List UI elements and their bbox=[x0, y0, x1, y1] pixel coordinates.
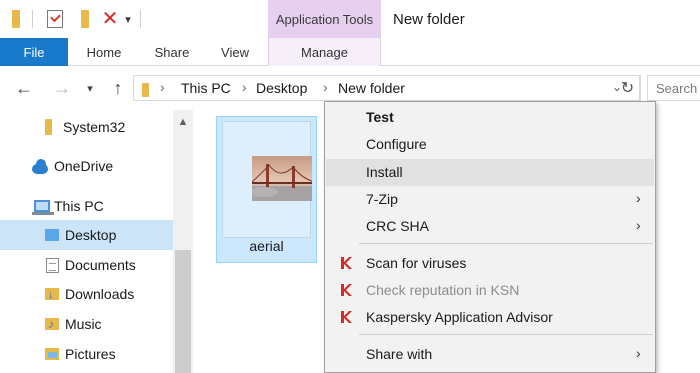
toolbar-separator bbox=[32, 10, 33, 28]
recent-locations-chevron-icon[interactable]: ▾ bbox=[82, 76, 98, 100]
address-bar[interactable]: › This PC › Desktop › New folder ⌄ bbox=[133, 75, 641, 101]
nav-item-desktop[interactable]: Desktop bbox=[0, 220, 173, 250]
kaspersky-icon bbox=[341, 284, 352, 296]
nav-item-system32[interactable]: System32 bbox=[0, 112, 173, 142]
nav-item-this-pc[interactable]: This PC bbox=[0, 191, 173, 221]
customize-dropdown-arrow-icon[interactable]: ▾ bbox=[121, 8, 135, 30]
tab-share[interactable]: Share bbox=[150, 38, 194, 66]
kaspersky-icon bbox=[341, 311, 352, 323]
nav-item-label: OneDrive bbox=[54, 158, 114, 174]
breadcrumb-chevron-icon[interactable]: › bbox=[323, 79, 328, 95]
submenu-arrow-icon: › bbox=[636, 190, 641, 206]
tab-manage[interactable]: Manage bbox=[268, 38, 381, 66]
folder-icon[interactable] bbox=[6, 8, 26, 30]
menu-item-label: Test bbox=[366, 109, 394, 125]
nav-item-label: Documents bbox=[65, 257, 136, 273]
menu-item-configure[interactable]: Configure bbox=[326, 131, 654, 158]
menu-item-label: Scan for viruses bbox=[366, 255, 467, 271]
menu-item-scan-for-viruses[interactable]: Scan for viruses bbox=[326, 250, 654, 277]
tab-home[interactable]: Home bbox=[82, 38, 126, 66]
nav-item-label: Downloads bbox=[65, 286, 135, 302]
navigation-pane: System32 OneDrive This PC Desktop Docume… bbox=[0, 110, 173, 373]
desktop-folder-icon bbox=[44, 227, 60, 243]
nav-item-pictures[interactable]: Pictures bbox=[0, 339, 173, 369]
kaspersky-icon bbox=[341, 257, 352, 269]
submenu-arrow-icon: › bbox=[636, 345, 641, 361]
computer-icon bbox=[32, 198, 54, 215]
nav-item-music[interactable]: ♪ Music bbox=[0, 309, 173, 339]
menu-separator bbox=[359, 243, 653, 244]
menu-item-label: Check reputation in KSN bbox=[366, 282, 520, 298]
breadcrumb-new-folder[interactable]: New folder bbox=[338, 80, 405, 96]
search-placeholder: Search bbox=[656, 81, 698, 96]
breadcrumb-desktop[interactable]: Desktop bbox=[256, 80, 307, 96]
application-tools-label: Application Tools bbox=[268, 0, 381, 38]
new-folder-icon[interactable] bbox=[75, 8, 95, 30]
music-icon: ♪ bbox=[44, 316, 60, 332]
nav-item-label: This PC bbox=[54, 198, 104, 214]
breadcrumb-chevron-icon[interactable]: › bbox=[160, 79, 165, 95]
scrollbar-thumb[interactable] bbox=[175, 250, 191, 373]
menu-separator bbox=[359, 334, 653, 335]
folder-icon bbox=[40, 119, 56, 135]
search-input[interactable]: Search bbox=[647, 75, 700, 101]
file-thumbnail bbox=[222, 121, 312, 238]
menu-item-7zip[interactable]: 7-Zip › bbox=[326, 186, 654, 213]
file-item-aerial[interactable]: aerial bbox=[216, 116, 317, 263]
menu-item-label: Configure bbox=[366, 136, 427, 152]
nav-item-documents[interactable]: Documents bbox=[0, 250, 173, 280]
cloud-icon bbox=[32, 159, 48, 177]
submenu-arrow-icon: › bbox=[636, 217, 641, 233]
nav-item-label: Music bbox=[65, 316, 102, 332]
pictures-icon bbox=[44, 346, 60, 362]
menu-item-install[interactable]: Install bbox=[326, 159, 654, 186]
up-arrow-icon[interactable]: ↑ bbox=[106, 76, 130, 100]
nav-item-label: Desktop bbox=[65, 227, 117, 243]
address-folder-icon bbox=[142, 83, 149, 97]
ribbon-tabs: File Home Share View Manage bbox=[0, 38, 700, 66]
downloads-icon: ↓ bbox=[44, 286, 60, 302]
window-title: New folder bbox=[393, 11, 465, 28]
breadcrumb-chevron-icon[interactable]: › bbox=[242, 79, 247, 95]
menu-item-label: Kaspersky Application Advisor bbox=[366, 309, 553, 325]
toolbar-separator bbox=[140, 10, 141, 28]
menu-item-crc-sha[interactable]: CRC SHA › bbox=[326, 213, 654, 240]
tab-file[interactable]: File bbox=[0, 38, 68, 66]
nav-item-onedrive[interactable]: OneDrive bbox=[0, 151, 173, 181]
refresh-icon[interactable]: ↻ bbox=[616, 75, 640, 101]
nav-item-label: System32 bbox=[63, 119, 126, 135]
scroll-up-arrow-icon[interactable]: ▲ bbox=[173, 110, 193, 134]
bridge-photo-thumbnail bbox=[252, 156, 312, 201]
menu-item-label: Share with bbox=[366, 346, 433, 362]
file-name: aerial bbox=[249, 238, 284, 254]
menu-item-label: 7-Zip bbox=[366, 191, 398, 207]
nav-item-downloads[interactable]: ↓ Downloads bbox=[0, 279, 173, 309]
forward-arrow-icon[interactable]: → bbox=[50, 76, 74, 100]
delete-x-icon[interactable]: ✕ bbox=[100, 8, 120, 30]
properties-checkmark-icon[interactable] bbox=[45, 8, 65, 30]
menu-item-share-with[interactable]: Share with › bbox=[326, 341, 654, 368]
menu-item-label: Install bbox=[366, 164, 403, 180]
menu-item-label: CRC SHA bbox=[366, 218, 430, 234]
title-bar: ✕ ▾ Application Tools New folder bbox=[0, 0, 700, 38]
navigation-pane-scrollbar[interactable]: ▲ bbox=[173, 110, 193, 373]
documents-icon bbox=[44, 257, 60, 273]
back-arrow-icon[interactable]: ← bbox=[12, 76, 36, 100]
menu-item-check-reputation-ksn[interactable]: Check reputation in KSN bbox=[326, 277, 654, 304]
nav-item-label: Pictures bbox=[65, 346, 116, 362]
menu-item-kaspersky-application-advisor[interactable]: Kaspersky Application Advisor bbox=[326, 304, 654, 331]
menu-item-test[interactable]: Test bbox=[326, 104, 654, 131]
tab-view[interactable]: View bbox=[215, 38, 255, 66]
breadcrumb-this-pc[interactable]: This PC bbox=[181, 80, 231, 96]
context-menu: Test Configure Install 7-Zip › CRC SHA ›… bbox=[324, 101, 656, 373]
